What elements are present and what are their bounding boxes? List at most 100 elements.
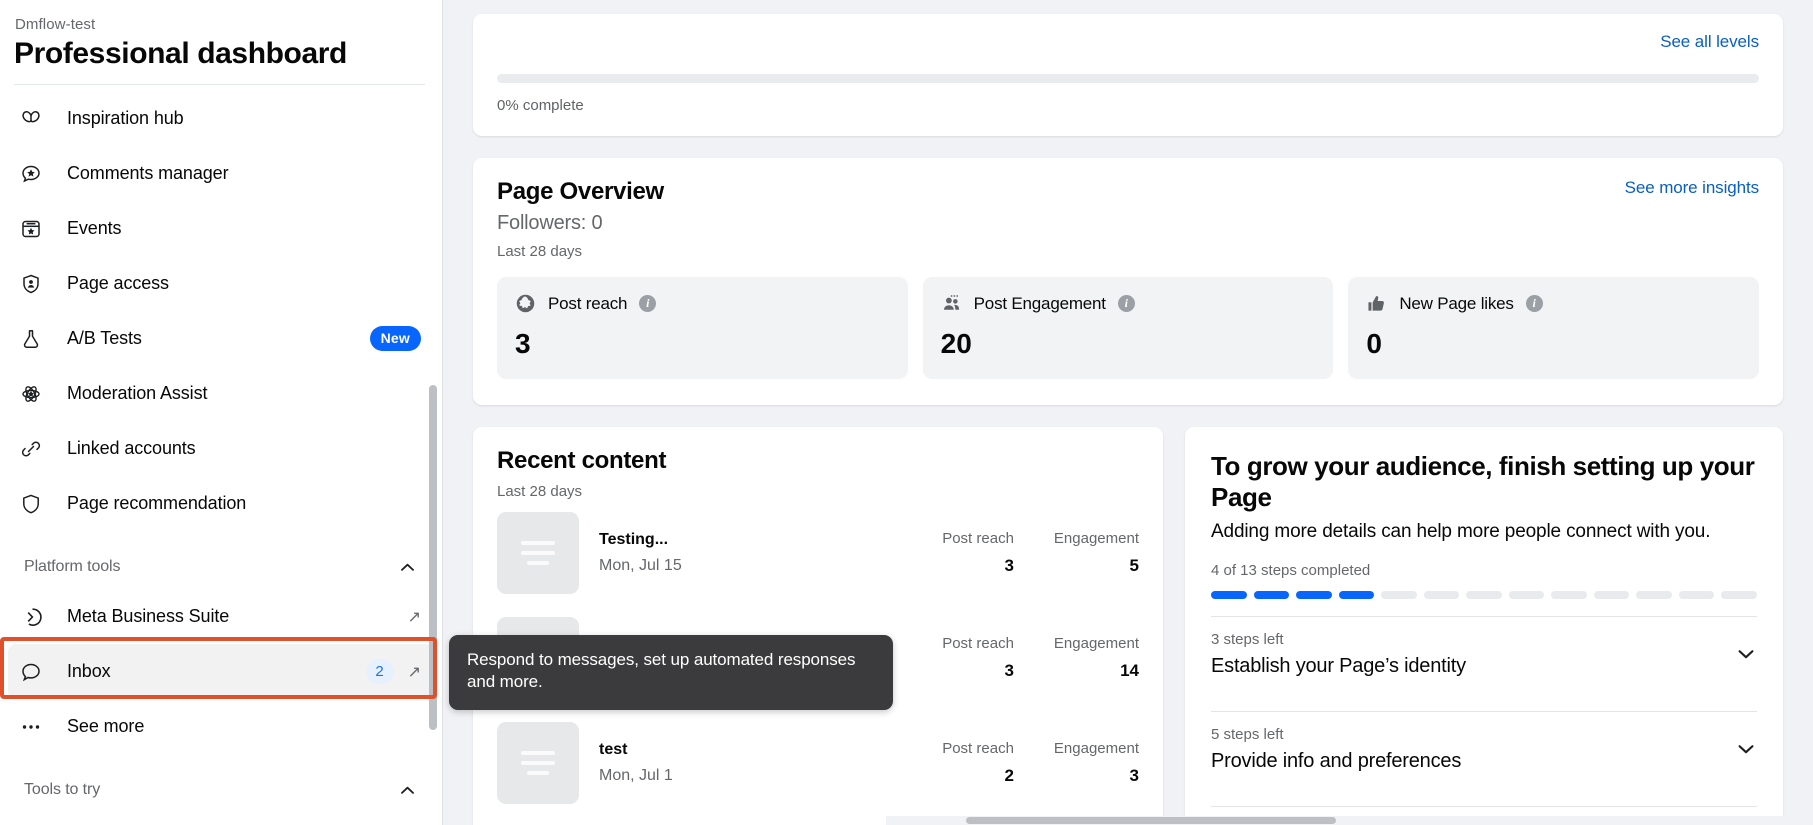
metric-card-post-reach[interactable]: Post reach i 3 <box>497 277 908 379</box>
sidebar-item-page-access[interactable]: Page access <box>8 256 435 311</box>
metric-value: 3 <box>515 328 890 360</box>
sidebar-item-ab-tests[interactable]: A/B Tests New <box>8 311 435 366</box>
sidebar-item-page-recommendation[interactable]: Page recommendation <box>8 476 435 531</box>
sidebar-scrollbar[interactable] <box>429 385 437 730</box>
sidebar-item-label: Inspiration hub <box>67 108 184 129</box>
table-row[interactable]: Testing... Mon, Jul 15 Post reach 3 Enga… <box>497 500 1139 605</box>
level-progress-bar <box>497 74 1759 83</box>
stat-value: 2 <box>942 766 1014 786</box>
date-range-label: Last 28 days <box>497 243 664 260</box>
new-badge: New <box>370 326 421 351</box>
task-steps-left: 5 steps left <box>1211 726 1735 743</box>
chevron-down-icon[interactable] <box>1735 738 1757 760</box>
sidebar-item-label: Page recommendation <box>67 493 246 514</box>
info-icon[interactable]: i <box>639 295 656 312</box>
post-thumbnail <box>497 722 579 804</box>
bottom-row: Recent content Last 28 days Testing... M… <box>473 427 1783 825</box>
sidebar-section-platform-tools[interactable]: Platform tools <box>8 545 435 589</box>
thumbs-up-icon <box>1366 293 1387 314</box>
task-title: Provide info and preferences <box>1211 750 1735 773</box>
grow-card-title: To grow your audience, finish setting up… <box>1211 451 1757 512</box>
stat-value: 5 <box>1054 556 1139 576</box>
progress-segment <box>1339 591 1375 599</box>
post-thumbnail <box>497 512 579 594</box>
chevron-up-icon[interactable] <box>398 781 417 800</box>
level-card-header: See all levels <box>497 32 1759 52</box>
shield-icon <box>16 489 46 519</box>
steps-completed-label: 4 of 13 steps completed <box>1211 562 1757 579</box>
sidebar-item-label: Inbox <box>67 661 111 682</box>
task-steps-left: 3 steps left <box>1211 631 1735 648</box>
see-more-insights-link[interactable]: See more insights <box>1625 178 1759 198</box>
progress-segment <box>1679 591 1715 599</box>
post-engagement-stat: Engagement 14 <box>1054 635 1139 681</box>
meta-icon <box>16 602 46 632</box>
grow-card-subtitle: Adding more details can help more people… <box>1211 520 1757 544</box>
metric-card-new-page-likes[interactable]: New Page likes i 0 <box>1348 277 1759 379</box>
task-establish-page-identity[interactable]: 3 steps left Establish your Page’s ident… <box>1211 617 1757 694</box>
post-date: Mon, Jul 1 <box>599 767 673 785</box>
stat-value: 14 <box>1054 661 1139 681</box>
sidebar-item-meta-business-suite[interactable]: Meta Business Suite ↗ <box>8 589 435 644</box>
metric-value: 20 <box>941 328 1316 360</box>
sidebar-item-see-more[interactable]: See more <box>8 699 435 754</box>
stat-value: 3 <box>942 661 1014 681</box>
progress-segment <box>1721 591 1757 599</box>
progress-segment <box>1594 591 1630 599</box>
sidebar-item-moderation-assist[interactable]: Moderation Assist <box>8 366 435 421</box>
stat-label: Post reach <box>942 740 1014 757</box>
section-label: Tools to try <box>24 781 100 799</box>
post-reach-stat: Post reach 3 <box>942 635 1014 681</box>
horizontal-scrollbar[interactable] <box>886 816 1813 825</box>
metric-card-post-engagement[interactable]: Post Engagement i 20 <box>923 277 1334 379</box>
info-icon[interactable]: i <box>1526 295 1543 312</box>
metrics-row: Post reach i 3 <box>497 277 1759 379</box>
stat-label: Engagement <box>1054 740 1139 757</box>
sidebar-nav: Inspiration hub Comments manager <box>0 85 443 812</box>
sidebar-item-label: Events <box>67 218 121 239</box>
progress-segment <box>1296 591 1332 599</box>
events-calendar-icon <box>16 214 46 244</box>
sidebar-item-linked-accounts[interactable]: Linked accounts <box>8 421 435 476</box>
sidebar-section-tools-to-try[interactable]: Tools to try <box>8 768 435 812</box>
post-title: Testing... <box>599 531 682 549</box>
page-overview-header: Page Overview Followers: 0 Last 28 days … <box>497 178 1759 260</box>
sidebar-item-events[interactable]: Events <box>8 201 435 256</box>
professional-dashboard-app: Dmflow-test Professional dashboard Inspi… <box>0 0 1813 825</box>
page-title: Professional dashboard <box>14 37 419 71</box>
sidebar-item-label: A/B Tests <box>67 328 142 349</box>
see-all-levels-link[interactable]: See all levels <box>1660 32 1759 52</box>
stat-value: 3 <box>1054 766 1139 786</box>
sidebar-item-label: Comments manager <box>67 163 228 184</box>
progress-segment <box>1424 591 1460 599</box>
sidebar-item-label: Meta Business Suite <box>67 606 229 627</box>
info-icon[interactable]: i <box>1118 295 1135 312</box>
sidebar-item-inspiration-hub[interactable]: Inspiration hub <box>8 91 435 146</box>
metric-label: Post Engagement <box>974 294 1106 314</box>
steps-progress-segments <box>1211 591 1757 599</box>
task-provide-info-preferences[interactable]: 5 steps left Provide info and preference… <box>1211 712 1757 789</box>
progress-segment <box>1509 591 1545 599</box>
butterfly-icon <box>16 104 46 134</box>
shield-person-icon <box>16 269 46 299</box>
divider <box>1211 806 1757 807</box>
progress-segment <box>1636 591 1672 599</box>
date-range-label: Last 28 days <box>497 483 1139 500</box>
metric-label: New Page likes <box>1399 294 1513 314</box>
link-icon <box>16 434 46 464</box>
recent-content-card: Recent content Last 28 days Testing... M… <box>473 427 1163 825</box>
chevron-down-icon[interactable] <box>1735 643 1757 665</box>
progress-segment <box>1551 591 1587 599</box>
chat-bubble-icon <box>16 657 46 687</box>
sidebar-item-inbox[interactable]: Inbox 2 ↗ <box>8 644 435 699</box>
chevron-up-icon[interactable] <box>398 558 417 577</box>
sidebar-header: Dmflow-test Professional dashboard <box>0 0 443 71</box>
followers-count: Followers: 0 <box>497 212 664 235</box>
task-title: Establish your Page’s identity <box>1211 655 1735 678</box>
sidebar-item-label: Linked accounts <box>67 438 196 459</box>
inbox-unread-count: 2 <box>366 659 394 684</box>
people-icon <box>941 293 962 314</box>
post-reach-stat: Post reach 2 <box>942 740 1014 786</box>
sidebar-item-comments-manager[interactable]: Comments manager <box>8 146 435 201</box>
table-row[interactable]: test Mon, Jul 1 Post reach 2 Engagement … <box>497 710 1139 815</box>
